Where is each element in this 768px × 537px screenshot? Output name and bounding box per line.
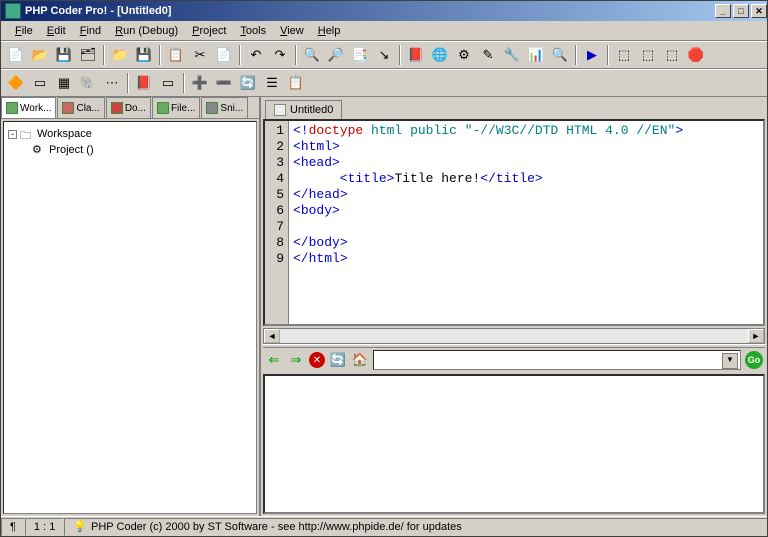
redo-icon[interactable]: ↷ bbox=[269, 44, 291, 66]
menu-view[interactable]: View bbox=[274, 23, 310, 39]
info-icon: 💡 bbox=[73, 520, 87, 533]
copy-icon[interactable]: 📋 bbox=[165, 44, 187, 66]
editor-area: Untitled0 123456789 <!doctype html publi… bbox=[261, 97, 767, 516]
doc-tab-icon bbox=[111, 102, 123, 114]
paste-icon[interactable]: 📄 bbox=[213, 44, 235, 66]
tree-root[interactable]: - 🗀 Workspace bbox=[8, 126, 252, 142]
scroll-left-icon[interactable]: ◄ bbox=[264, 329, 280, 343]
more-icon[interactable]: ⋯ bbox=[101, 72, 123, 94]
debug-over-icon[interactable]: ⬚ bbox=[637, 44, 659, 66]
sidebar-tabs: Work... Cla... Do... File... Sni... bbox=[1, 97, 259, 119]
editor-tab-untitled0[interactable]: Untitled0 bbox=[265, 100, 342, 119]
save-icon[interactable]: 💾 bbox=[53, 44, 75, 66]
title-bar: PHP Coder Pro! - [Untitled0] _ □ ✕ bbox=[1, 1, 767, 21]
open-file-icon[interactable]: 📂 bbox=[29, 44, 51, 66]
menu-find[interactable]: Find bbox=[74, 23, 107, 39]
find-next-icon[interactable]: 🔎 bbox=[325, 44, 347, 66]
toolbar-main: 📄 📂 💾 🗂 📁 💾 📋 ✂ 📄 ↶ ↷ 🔍 🔎 📑 ↘ 📕 🌐 ⚙ ✎ 🔧 … bbox=[1, 41, 767, 69]
editor-hscroll[interactable]: ◄ ► bbox=[263, 328, 765, 344]
sidebar-tab-classes[interactable]: Cla... bbox=[57, 97, 104, 118]
collapse-icon[interactable]: - bbox=[8, 130, 17, 139]
tool2-icon[interactable]: 📊 bbox=[525, 44, 547, 66]
class-icon[interactable]: 🔶 bbox=[5, 72, 27, 94]
back-icon[interactable]: ⇐ bbox=[265, 351, 283, 369]
code-editor[interactable]: 123456789 <!doctype html public "-//W3C/… bbox=[263, 119, 765, 326]
scroll-right-icon[interactable]: ► bbox=[748, 329, 764, 343]
menu-bar: File Edit Find Run (Debug) Project Tools… bbox=[1, 21, 767, 41]
sidebar: Work... Cla... Do... File... Sni... - 🗀 … bbox=[1, 97, 261, 516]
options-icon[interactable]: ⚙ bbox=[453, 44, 475, 66]
app-icon bbox=[5, 3, 21, 19]
forward-icon[interactable]: ⇒ bbox=[287, 351, 305, 369]
menu-file[interactable]: File bbox=[9, 23, 39, 39]
book-icon[interactable]: 📕 bbox=[133, 72, 155, 94]
save-all-icon[interactable]: 🗂 bbox=[77, 44, 99, 66]
class-tab-icon bbox=[62, 102, 74, 114]
editor-tabs: Untitled0 bbox=[261, 97, 767, 119]
bookmark-icon[interactable]: 📑 bbox=[349, 44, 371, 66]
minimize-button[interactable]: _ bbox=[715, 4, 731, 18]
goto-icon[interactable]: ↘ bbox=[373, 44, 395, 66]
sidebar-tab-files[interactable]: File... bbox=[152, 97, 200, 118]
list-icon[interactable]: ☰ bbox=[261, 72, 283, 94]
open-project-icon[interactable]: 📁 bbox=[109, 44, 131, 66]
workspace-icon bbox=[6, 102, 18, 114]
php-icon[interactable]: 🐘 bbox=[77, 72, 99, 94]
file-tab-icon bbox=[157, 102, 169, 114]
menu-project[interactable]: Project bbox=[186, 23, 232, 39]
workspace-node-icon: 🗀 bbox=[20, 127, 34, 141]
refresh-icon[interactable]: 🔄 bbox=[237, 72, 259, 94]
sidebar-tab-docs[interactable]: Do... bbox=[106, 97, 151, 118]
menu-run[interactable]: Run (Debug) bbox=[109, 23, 184, 39]
browser-toolbar: ⇐ ⇒ ✕ 🔄 🏠 Go bbox=[261, 348, 767, 372]
add-icon[interactable]: ➕ bbox=[189, 72, 211, 94]
new-file-icon[interactable]: 📄 bbox=[5, 44, 27, 66]
window-title: PHP Coder Pro! - [Untitled0] bbox=[25, 5, 171, 17]
tool1-icon[interactable]: 🔧 bbox=[501, 44, 523, 66]
debug-out-icon[interactable]: ⬚ bbox=[661, 44, 683, 66]
status-message: 💡 PHP Coder (c) 2000 by ST Software - se… bbox=[64, 518, 767, 536]
workspace-tree[interactable]: - 🗀 Workspace ⚙ Project () bbox=[3, 121, 257, 514]
cut-icon[interactable]: ✂ bbox=[189, 44, 211, 66]
cursor-position: 1 : 1 bbox=[25, 518, 64, 536]
form-icon[interactable]: ▭ bbox=[29, 72, 51, 94]
tree-project[interactable]: ⚙ Project () bbox=[8, 142, 252, 158]
preview-icon[interactable]: 🔍 bbox=[549, 44, 571, 66]
sidebar-tab-snippets[interactable]: Sni... bbox=[201, 97, 248, 118]
browser-preview[interactable] bbox=[263, 374, 765, 514]
maximize-button[interactable]: □ bbox=[733, 4, 749, 18]
sidebar-tab-workspace[interactable]: Work... bbox=[1, 97, 56, 118]
stop-icon[interactable]: 🛑 bbox=[685, 44, 707, 66]
pilcrow-icon: ¶ bbox=[1, 518, 25, 536]
close-button[interactable]: ✕ bbox=[751, 4, 767, 18]
go-button[interactable]: Go bbox=[745, 351, 763, 369]
web-icon[interactable]: 🌐 bbox=[429, 44, 451, 66]
save-project-icon[interactable]: 💾 bbox=[133, 44, 155, 66]
menu-tools[interactable]: Tools bbox=[234, 23, 272, 39]
snip-tab-icon bbox=[206, 102, 218, 114]
debug-step-icon[interactable]: ⬚ bbox=[613, 44, 635, 66]
file-icon bbox=[274, 104, 286, 116]
code-content[interactable]: <!doctype html public "-//W3C//DTD HTML … bbox=[289, 121, 763, 324]
toolbar-secondary: 🔶 ▭ ▦ 🐘 ⋯ 📕 ▭ ➕ ➖ 🔄 ☰ 📋 bbox=[1, 69, 767, 97]
address-bar[interactable] bbox=[373, 350, 741, 370]
find-icon[interactable]: 🔍 bbox=[301, 44, 323, 66]
edit-icon[interactable]: ✎ bbox=[477, 44, 499, 66]
props-icon[interactable]: 📋 bbox=[285, 72, 307, 94]
undo-icon[interactable]: ↶ bbox=[245, 44, 267, 66]
remove-icon[interactable]: ➖ bbox=[213, 72, 235, 94]
project-node-icon: ⚙ bbox=[32, 143, 46, 157]
run-icon[interactable]: ▶ bbox=[581, 44, 603, 66]
status-bar: ¶ 1 : 1 💡 PHP Coder (c) 2000 by ST Softw… bbox=[1, 516, 767, 536]
menu-help[interactable]: Help bbox=[312, 23, 347, 39]
refresh-browser-icon[interactable]: 🔄 bbox=[329, 351, 347, 369]
menu-edit[interactable]: Edit bbox=[41, 23, 72, 39]
home-icon[interactable]: 🏠 bbox=[351, 351, 369, 369]
window-icon[interactable]: ▭ bbox=[157, 72, 179, 94]
line-gutter: 123456789 bbox=[265, 121, 289, 324]
stop-browser-icon[interactable]: ✕ bbox=[309, 352, 325, 368]
table-icon[interactable]: ▦ bbox=[53, 72, 75, 94]
help-icon[interactable]: 📕 bbox=[405, 44, 427, 66]
